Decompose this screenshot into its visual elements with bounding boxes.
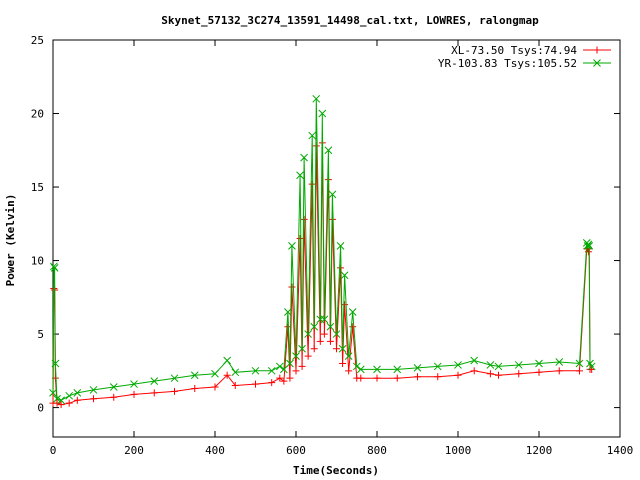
data-point [310, 345, 318, 353]
x-tick-label: 0 [50, 444, 57, 457]
y-axis-label: Power (Kelvin) [4, 194, 17, 287]
data-point [268, 379, 276, 387]
plot-frame [52, 39, 621, 438]
data-point [73, 396, 81, 404]
data-point [349, 323, 357, 331]
y-tick-label: 10 [31, 255, 44, 268]
x-tick-label: 1400 [607, 444, 634, 457]
chart-svg: Skynet_57132_3C274_13591_14498_cal.txt, … [4, 14, 634, 477]
data-point [535, 368, 543, 376]
chart-title: Skynet_57132_3C274_13591_14498_cal.txt, … [161, 14, 539, 27]
y-tick-label: 5 [37, 328, 44, 341]
data-point [304, 352, 312, 360]
data-point [292, 367, 300, 375]
data-point [298, 362, 306, 370]
data-point [223, 356, 232, 365]
data-point [191, 384, 199, 392]
y-tick-label: 20 [31, 108, 44, 121]
data-point [470, 367, 478, 375]
data-point [414, 373, 421, 381]
series-layer [49, 94, 596, 409]
data-point [150, 389, 158, 397]
data-point [252, 380, 259, 388]
data-point [333, 345, 340, 353]
data-point [65, 399, 73, 407]
data-point [286, 374, 294, 382]
x-tick-label: 200 [124, 444, 144, 457]
data-point [470, 356, 479, 365]
y-tick-label: 15 [31, 181, 44, 194]
data-point [171, 387, 178, 395]
data-point [110, 393, 118, 401]
data-point [326, 337, 334, 345]
y-tick-label: 25 [31, 34, 44, 47]
data-point [357, 374, 365, 382]
data-point [300, 215, 308, 223]
data-point [90, 395, 97, 403]
data-point [495, 371, 502, 379]
data-point [555, 367, 563, 375]
data-point [65, 391, 74, 400]
data-point [316, 337, 324, 345]
x-tick-label: 400 [205, 444, 225, 457]
data-point [320, 330, 328, 338]
data-point [339, 359, 347, 367]
data-point [296, 235, 304, 242]
data-point [288, 283, 296, 291]
x-tick-label: 1200 [526, 444, 553, 457]
data-point [454, 371, 462, 379]
x-tick-label: 800 [367, 444, 387, 457]
data-point [130, 390, 138, 398]
data-point [275, 362, 284, 371]
series-1 [49, 139, 596, 409]
x-tick-label: 1000 [445, 444, 472, 457]
y-tick-label: 0 [37, 402, 44, 415]
data-point [434, 373, 442, 381]
data-point [393, 374, 401, 382]
y-axis: 0 5 10 15 20 25 [31, 34, 620, 415]
legend-entry-label: YR-103.83 Tsys:105.52 [438, 57, 577, 70]
data-point [345, 367, 353, 375]
legend-entry-label: XL-73.50 Tsys:74.94 [451, 44, 577, 57]
x-tick-label: 600 [286, 444, 306, 457]
data-point [515, 370, 523, 378]
data-point [576, 367, 583, 375]
data-point [373, 374, 381, 382]
legend-entry-marker [593, 46, 601, 54]
legend: XL-73.50 Tsys:74.94YR-103.83 Tsys:105.52 [438, 44, 611, 70]
x-axis-label: Time(Seconds) [293, 464, 379, 477]
series-2 [49, 94, 596, 405]
series-line [52, 98, 593, 401]
data-point [486, 370, 494, 378]
